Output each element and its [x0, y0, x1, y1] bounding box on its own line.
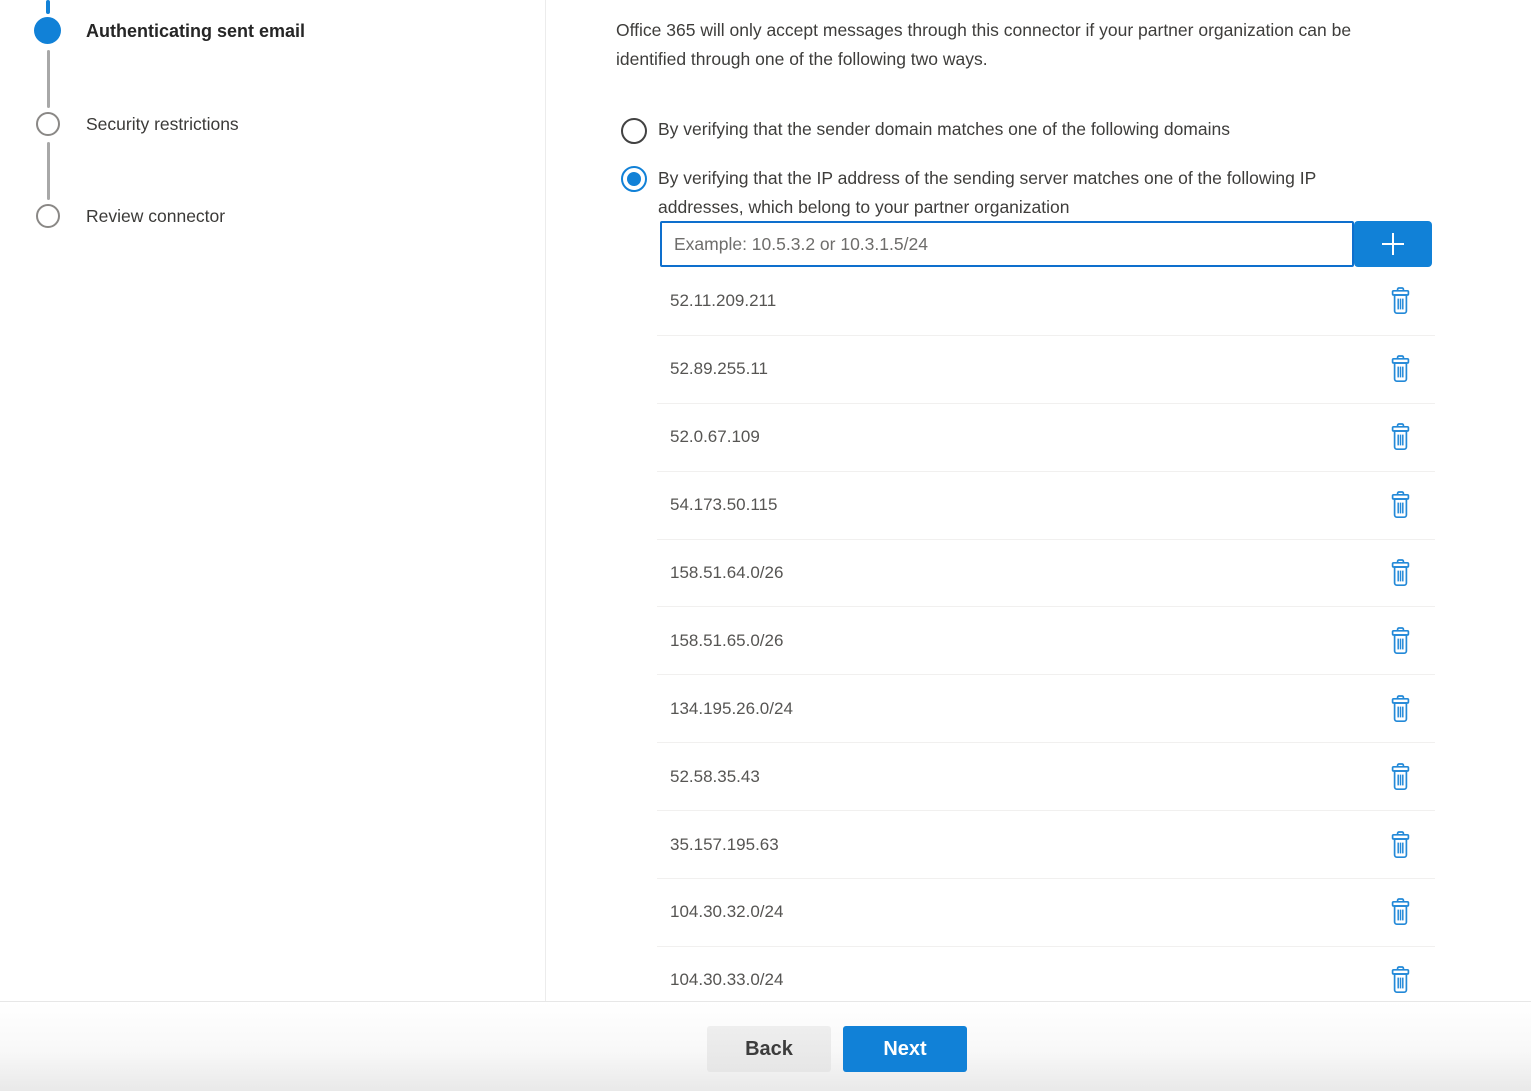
ip-address: 35.157.195.63: [670, 835, 779, 855]
ip-address-row: 52.0.67.109: [657, 404, 1435, 472]
ip-address: 52.58.35.43: [670, 767, 760, 787]
ip-address-row: 104.30.32.0/24: [657, 879, 1435, 947]
radio-unselected-icon: [621, 118, 647, 144]
ip-address-row: 134.195.26.0/24: [657, 675, 1435, 743]
trash-icon: [1388, 762, 1413, 792]
ip-address: 134.195.26.0/24: [670, 699, 793, 719]
step-connector-line: [47, 142, 50, 200]
step-upcoming-indicator: [36, 112, 60, 136]
ip-address-row: 52.58.35.43: [657, 743, 1435, 811]
trash-icon: [1388, 490, 1413, 520]
wizard-footer: Back Next: [0, 1001, 1531, 1091]
step-label: Authenticating sent email: [86, 21, 305, 42]
ip-address: 104.30.33.0/24: [670, 970, 783, 990]
ip-address-list: 52.11.209.211 52.89.255.11: [657, 268, 1435, 1015]
plus-icon: [1377, 228, 1409, 260]
delete-ip-button[interactable]: [1382, 962, 1418, 998]
connector-wizard-screen: Authenticating sent email Security restr…: [0, 0, 1531, 1091]
intro-text: Office 365 will only accept messages thr…: [616, 16, 1351, 74]
ip-address-row: 35.157.195.63: [657, 811, 1435, 879]
delete-ip-button[interactable]: [1382, 759, 1418, 795]
radio-option-label: By verifying that the sender domain matc…: [658, 116, 1230, 143]
ip-address-row: 158.51.64.0/26: [657, 540, 1435, 608]
ip-address-row: 54.173.50.115: [657, 472, 1435, 540]
ip-address: 158.51.64.0/26: [670, 563, 783, 583]
trash-icon: [1388, 422, 1413, 452]
ip-address: 54.173.50.115: [670, 495, 777, 515]
trash-icon: [1388, 286, 1413, 316]
trash-icon: [1388, 354, 1413, 384]
intro-line-1: Office 365 will only accept messages thr…: [616, 16, 1351, 45]
ip-address: 52.11.209.211: [670, 291, 776, 311]
step-label: Review connector: [86, 206, 225, 227]
back-button[interactable]: Back: [707, 1026, 831, 1072]
ip-address-row: 52.89.255.11: [657, 336, 1435, 404]
delete-ip-button[interactable]: [1382, 827, 1418, 863]
delete-ip-button[interactable]: [1382, 283, 1418, 319]
radio-selected-icon: [621, 166, 647, 192]
ip-address: 158.51.65.0/26: [670, 631, 783, 651]
trash-icon: [1388, 558, 1413, 588]
ip-address-row: 52.11.209.211: [657, 268, 1435, 336]
delete-ip-button[interactable]: [1382, 555, 1418, 591]
add-ip-button[interactable]: [1354, 221, 1432, 267]
ip-address-row: 158.51.65.0/26: [657, 607, 1435, 675]
delete-ip-button[interactable]: [1382, 894, 1418, 930]
trash-icon: [1388, 897, 1413, 927]
ip-address: 52.0.67.109: [670, 427, 760, 447]
ip-address-input[interactable]: [660, 221, 1354, 267]
delete-ip-button[interactable]: [1382, 623, 1418, 659]
delete-ip-button[interactable]: [1382, 691, 1418, 727]
sidebar-divider: [545, 0, 546, 1001]
step-label: Security restrictions: [86, 114, 239, 135]
step-connector-line-top: [46, 0, 50, 14]
trash-icon: [1388, 626, 1413, 656]
delete-ip-button[interactable]: [1382, 419, 1418, 455]
step-upcoming-indicator: [36, 204, 60, 228]
trash-icon: [1388, 830, 1413, 860]
intro-line-2: identified through one of the following …: [616, 45, 1351, 74]
delete-ip-button[interactable]: [1382, 351, 1418, 387]
step-connector-line: [47, 50, 50, 108]
delete-ip-button[interactable]: [1382, 487, 1418, 523]
next-button[interactable]: Next: [843, 1026, 967, 1072]
ip-address: 104.30.32.0/24: [670, 902, 783, 922]
trash-icon: [1388, 965, 1413, 995]
step-current-indicator: [34, 17, 61, 44]
trash-icon: [1388, 694, 1413, 724]
ip-address: 52.89.255.11: [670, 359, 768, 379]
radio-option-label: By verifying that the IP address of the …: [658, 164, 1316, 222]
